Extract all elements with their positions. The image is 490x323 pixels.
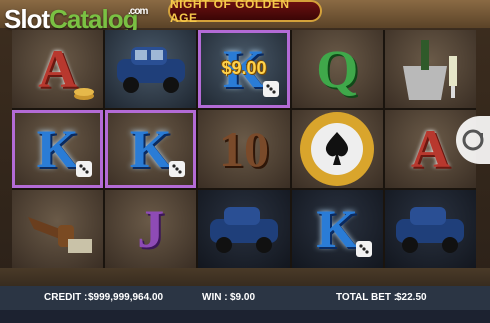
symbol-q: Q	[316, 39, 359, 99]
spade-chip-icon	[300, 112, 375, 186]
symbol-cell-r3c5	[384, 190, 476, 268]
symbol-cell-r3c1	[12, 190, 104, 268]
dice-icon	[262, 81, 279, 97]
symbol-k: K	[316, 199, 359, 259]
symbol-j: J	[137, 199, 165, 259]
symbol-cell-r3c4: K	[291, 190, 383, 268]
symbol-cell-r1c5	[384, 30, 476, 108]
credit-value: $999,999,964.00	[88, 292, 164, 303]
dice-icon	[355, 241, 372, 257]
symbol-cell-r1c3: K $9.00	[198, 30, 290, 108]
footer-bar	[0, 310, 490, 323]
dice-icon	[169, 161, 186, 177]
game-title: NIGHT OF GOLDEN AGE	[170, 0, 290, 25]
win-value: $9.00	[230, 292, 256, 303]
symbol-cell-r3c3	[198, 190, 290, 268]
dice-icon	[76, 161, 93, 177]
champagne-bucket-icon	[403, 40, 458, 100]
symbol-cell-r1c4: Q	[291, 30, 383, 108]
vintage-car-icon	[209, 207, 278, 253]
symbol-cell-r2c2: K	[105, 110, 197, 188]
symbol-cell-r3c2: J	[105, 190, 197, 268]
symbol-k: K	[36, 119, 79, 179]
symbol-a: A	[38, 39, 78, 99]
symbol-k: K	[129, 119, 172, 179]
status-bar: CREDIT : $999,999,964.00 WIN : $9.00 TOT…	[0, 286, 490, 310]
symbol-10: 10	[218, 121, 269, 177]
reel-grid: A K $9.00 Q K K 10 A J K	[12, 30, 476, 268]
credit-label: CREDIT :	[44, 292, 88, 303]
symbol-cell-r2c3: 10	[198, 110, 290, 188]
game-title-banner: NIGHT OF GOLDEN AGE	[168, 0, 322, 25]
vintage-car-icon	[396, 207, 465, 253]
pipe-cigars-icon	[27, 217, 92, 253]
symbol-a: A	[410, 119, 450, 179]
win-label: WIN :	[202, 292, 228, 303]
symbol-cell-r1c1: A	[12, 30, 104, 108]
symbol-cell-r1c2	[105, 30, 197, 108]
game-stage: SlotCatalog .com NIGHT OF GOLDEN AGE A K …	[0, 0, 490, 323]
symbol-cell-r2c4	[291, 110, 383, 188]
coin-stack-icon	[74, 88, 95, 100]
vintage-car-icon	[116, 47, 185, 93]
total-bet-label: TOTAL BET :	[336, 292, 398, 303]
spin-arrows-icon	[462, 129, 484, 151]
line-win-amount: $9.00	[221, 58, 267, 78]
total-bet-value: $22.50	[396, 292, 427, 303]
symbol-cell-r2c1: K	[12, 110, 104, 188]
